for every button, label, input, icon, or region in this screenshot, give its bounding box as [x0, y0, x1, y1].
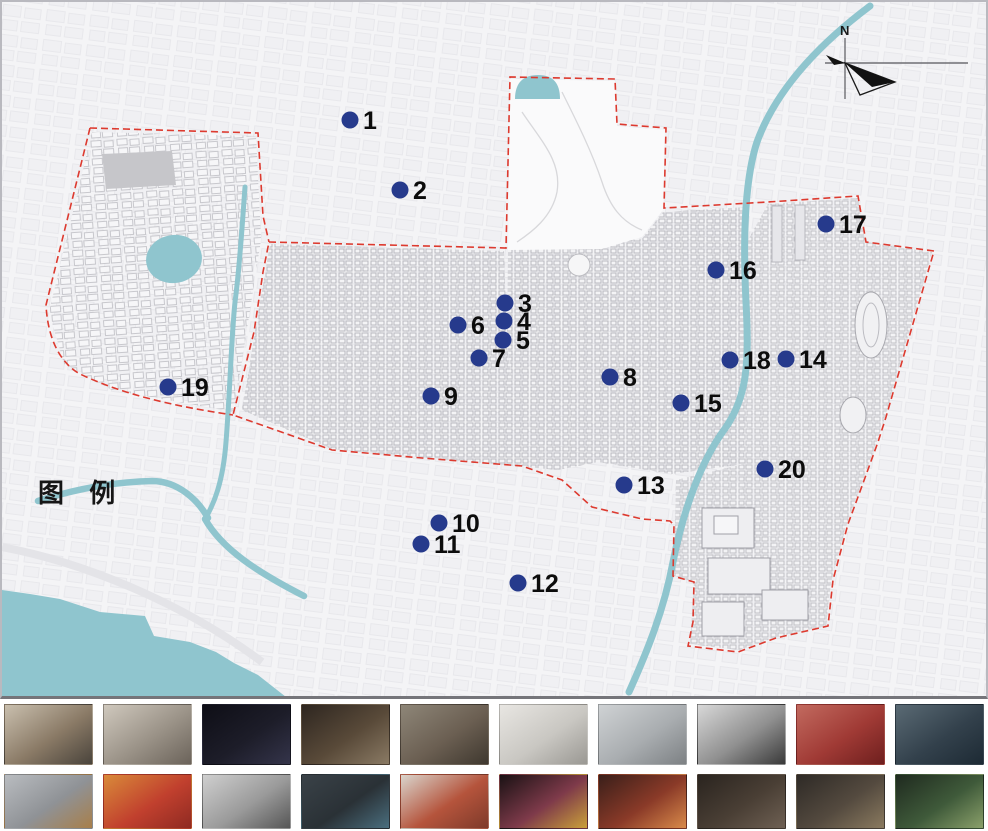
- photo-glove-puppets[interactable]: [499, 774, 588, 829]
- photo-red-brick-temple[interactable]: [400, 774, 489, 829]
- map-marker-label: 6: [471, 312, 485, 340]
- photo-woven-basket[interactable]: [4, 774, 93, 829]
- map-marker-label: 12: [531, 570, 559, 598]
- map-svg: N 图 例 1234567891011121314151617181920: [2, 2, 986, 696]
- photo-night-park-trees[interactable]: [895, 774, 984, 829]
- map-marker-label: 20: [778, 456, 806, 484]
- photo-temple-hall[interactable]: [103, 704, 192, 765]
- map-canvas: N 图 例 1234567891011121314151617181920: [0, 0, 988, 699]
- photo-arched-tunnel-exhibit[interactable]: [796, 774, 885, 829]
- hatched-block: [102, 151, 176, 189]
- photo-colonial-building[interactable]: [499, 704, 588, 765]
- map-marker-label: 13: [637, 472, 665, 500]
- map-marker-label: 2: [413, 177, 427, 205]
- photo-courtyard-pool[interactable]: [301, 774, 390, 829]
- photo-bw-stage[interactable]: [202, 774, 291, 829]
- map-marker-label: 18: [743, 347, 771, 375]
- photo-night-bird-puppets[interactable]: [202, 704, 291, 765]
- map-marker-label: 19: [181, 374, 209, 402]
- photo-lantern-street-night[interactable]: [598, 774, 687, 829]
- map-marker-label: 9: [444, 383, 458, 411]
- photo-old-shop-street[interactable]: [4, 704, 93, 765]
- photo-historic-shophouse[interactable]: [598, 704, 687, 765]
- map-marker-label: 8: [623, 364, 637, 392]
- map-marker-label: 15: [694, 390, 722, 418]
- photo-gallery: [0, 699, 988, 831]
- photo-red-silk-strips[interactable]: [103, 774, 192, 829]
- figure: N 图 例 1234567891011121314151617181920: [0, 0, 988, 831]
- map-marker-label: 16: [729, 257, 757, 285]
- legend-title: 图 例: [38, 478, 124, 508]
- map-marker-label: 5: [516, 327, 530, 355]
- gallery-row-1: [0, 704, 988, 765]
- map-marker-label: 14: [799, 346, 827, 374]
- map-marker-label: 1: [363, 107, 377, 135]
- gallery-row-2: [0, 774, 988, 829]
- map-marker-label: 7: [492, 345, 506, 373]
- compass-north-label: N: [840, 23, 849, 38]
- photo-dark-exhibit-hall[interactable]: [301, 704, 390, 765]
- photo-moon-gate-room[interactable]: [400, 704, 489, 765]
- photo-bw-craftsman[interactable]: [697, 704, 786, 765]
- photo-cannon-exhibit[interactable]: [697, 774, 786, 829]
- map-marker-label: 11: [434, 531, 461, 559]
- map-marker-label: 17: [839, 211, 867, 239]
- photo-modern-gallery-blue[interactable]: [895, 704, 984, 765]
- photo-red-shrine-lanterns[interactable]: [796, 704, 885, 765]
